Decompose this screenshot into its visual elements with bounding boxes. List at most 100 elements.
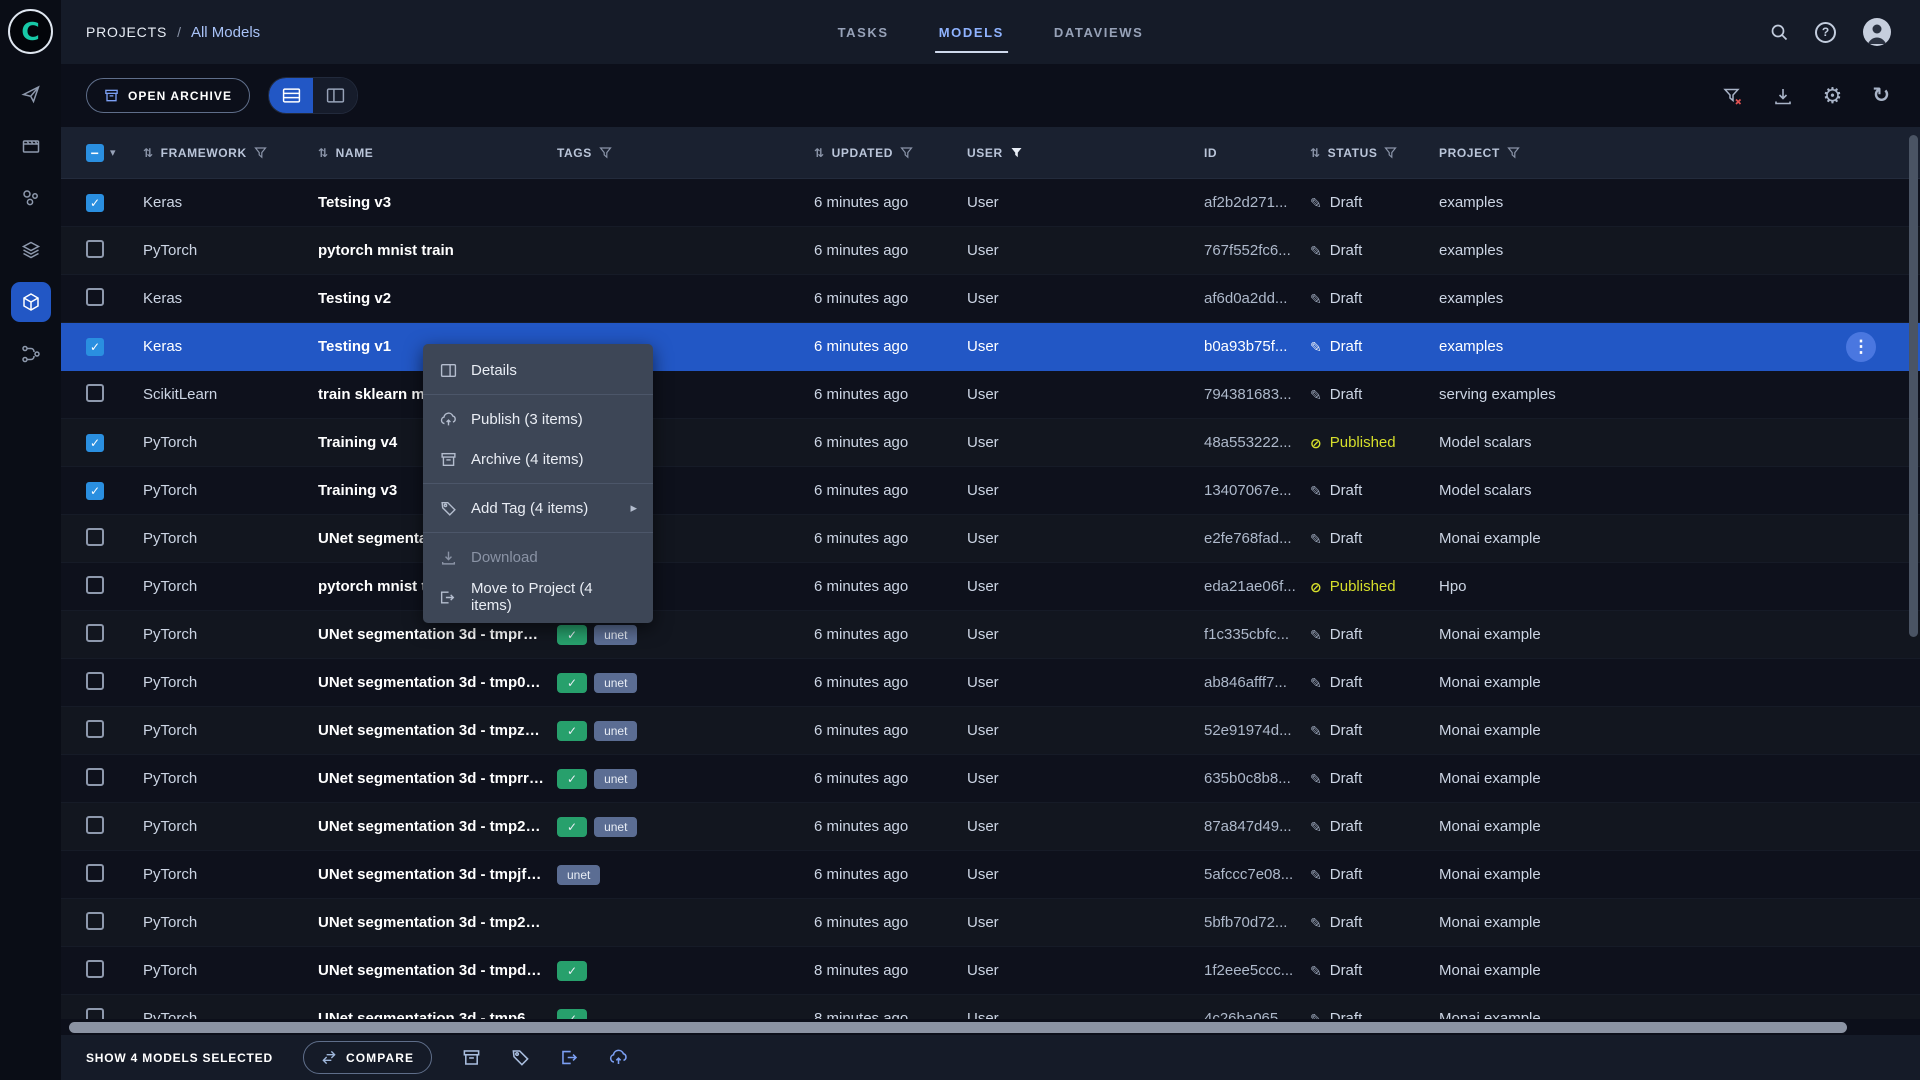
tag-badge[interactable]: unet: [594, 816, 638, 837]
row-checkbox[interactable]: [86, 239, 104, 258]
tag-check-badge[interactable]: [557, 960, 588, 981]
compare-button[interactable]: COMPARE: [302, 1041, 433, 1074]
row-checkbox[interactable]: [86, 383, 104, 402]
table-row[interactable]: PyTorch UNet segmentation 3d - tmpzh0... u…: [61, 707, 1920, 755]
row-checkbox[interactable]: [86, 481, 104, 500]
row-checkbox[interactable]: [86, 527, 104, 546]
row-checkbox[interactable]: [86, 767, 104, 786]
column-header-id[interactable]: ID: [1204, 146, 1310, 160]
table-row[interactable]: Keras Tetsing v3 6 minutes ago User af2b2d27…: [61, 179, 1920, 227]
tag-check-badge[interactable]: [557, 1008, 588, 1019]
table-row[interactable]: PyTorch pytorch mnist train 6 minutes ago U…: [61, 563, 1920, 611]
model-name[interactable]: UNet segmentation 3d - tmp0tu...: [318, 674, 557, 691]
horizontal-scrollbar-thumb[interactable]: [69, 1021, 1848, 1033]
footer-publish-icon[interactable]: [609, 1048, 628, 1067]
menu-item-move[interactable]: Move to Project (4 items): [423, 577, 653, 617]
model-name[interactable]: UNet segmentation 3d - tmprrae...: [318, 770, 557, 787]
row-checkbox[interactable]: [86, 287, 104, 306]
row-checkbox[interactable]: [86, 863, 104, 882]
row-checkbox[interactable]: [86, 337, 104, 356]
card-view-button[interactable]: [313, 78, 358, 113]
table-row[interactable]: PyTorch UNet segmentation 3d - tmp29rf...…: [61, 803, 1920, 851]
menu-item-tag[interactable]: Add Tag (4 items): [423, 488, 653, 528]
filter-icon[interactable]: [1507, 146, 1520, 159]
model-name[interactable]: pytorch mnist train: [318, 242, 557, 259]
horizontal-scrollbar[interactable]: [61, 1019, 1920, 1035]
menu-item-publish[interactable]: Publish (3 items): [423, 399, 653, 439]
table-row[interactable]: PyTorch UNet segmentation 3d - tmpjfjpv..…: [61, 851, 1920, 899]
tag-check-badge[interactable]: [557, 624, 588, 645]
row-actions-button[interactable]: [1846, 332, 1876, 362]
table-row[interactable]: PyTorch UNet segmentation 3d 6 minutes ago…: [61, 515, 1920, 563]
clear-filters-icon[interactable]: [1722, 86, 1743, 106]
menu-item-details[interactable]: Details: [423, 350, 653, 390]
tag-badge[interactable]: unet: [594, 768, 638, 789]
table-row[interactable]: PyTorchTraining v36 minutes agoUser13407…: [61, 467, 1920, 515]
column-header-project[interactable]: PROJECT: [1439, 146, 1920, 160]
tab-models[interactable]: MODELS: [934, 17, 1009, 53]
help-icon[interactable]: [1815, 21, 1836, 43]
sidebar-item-reports[interactable]: [11, 230, 51, 270]
row-checkbox[interactable]: [86, 719, 104, 738]
select-all-caret-icon[interactable]: [110, 146, 116, 159]
column-header-tags[interactable]: TAGS: [557, 146, 814, 160]
model-name[interactable]: UNet segmentation 3d - tmprb9d...: [318, 626, 557, 643]
column-header-updated[interactable]: UPDATED: [814, 146, 967, 160]
model-name[interactable]: Testing v2: [318, 290, 557, 307]
tag-badge[interactable]: unet: [594, 720, 638, 741]
model-name[interactable]: UNet segmentation 3d - tmp6fa0...: [318, 1010, 557, 1019]
sort-icon[interactable]: [1310, 146, 1321, 160]
open-archive-button[interactable]: OPEN ARCHIVE: [86, 78, 251, 113]
model-name[interactable]: Tetsing v3: [318, 194, 557, 211]
sort-icon[interactable]: [143, 146, 154, 160]
table-row[interactable]: PyTorchTraining v46 minutes agoUser48a55…: [61, 419, 1920, 467]
tag-badge[interactable]: unet: [594, 624, 638, 645]
sidebar-item-dashboard[interactable]: [11, 74, 51, 114]
sidebar-item-models[interactable]: [10, 282, 51, 322]
breadcrumb-current[interactable]: All Models: [191, 24, 260, 41]
footer-tag-icon[interactable]: [511, 1048, 530, 1067]
model-name[interactable]: UNet segmentation 3d - tmpjfjpv...: [318, 866, 557, 883]
row-checkbox[interactable]: [86, 575, 104, 594]
filter-icon[interactable]: [253, 146, 267, 159]
sidebar-item-pipelines[interactable]: [11, 334, 51, 374]
selection-count-label[interactable]: SHOW 4 MODELS SELECTED: [86, 1051, 273, 1065]
refresh-icon[interactable]: [1872, 85, 1890, 106]
table-row[interactable]: Keras Testing v2 6 minutes ago User af6d0a2d…: [61, 275, 1920, 323]
clearml-logo[interactable]: [8, 9, 53, 54]
row-checkbox[interactable]: [86, 193, 104, 212]
tab-dataviews[interactable]: DATAVIEWS: [1052, 17, 1146, 48]
breadcrumb-projects[interactable]: PROJECTS: [86, 24, 167, 40]
column-header-name[interactable]: NAME: [318, 146, 557, 160]
column-header-status[interactable]: STATUS: [1310, 146, 1439, 160]
filter-icon[interactable]: [900, 146, 913, 159]
table-row[interactable]: PyTorch UNet segmentation 3d - tmprrae...…: [61, 755, 1920, 803]
model-name[interactable]: UNet segmentation 3d - tmp29rf...: [318, 818, 557, 835]
tab-tasks[interactable]: TASKS: [836, 17, 891, 48]
model-name[interactable]: UNet segmentation 3d - tmp2kr0...: [318, 914, 557, 931]
sort-icon[interactable]: [318, 146, 329, 160]
filter-icon[interactable]: [1384, 146, 1398, 159]
search-icon[interactable]: [1769, 22, 1789, 42]
table-row[interactable]: PyTorch UNet segmentation 3d - tmprb9d...…: [61, 611, 1920, 659]
sidebar-item-experiments[interactable]: [11, 178, 51, 218]
table-row[interactable]: PyTorch UNet segmentation 3d - tmp6fa0...…: [61, 995, 1920, 1019]
footer-move-to-project-icon[interactable]: [560, 1048, 579, 1067]
vertical-scrollbar[interactable]: [1909, 135, 1918, 637]
row-checkbox[interactable]: [86, 959, 104, 978]
row-checkbox[interactable]: [86, 671, 104, 690]
row-checkbox[interactable]: [86, 815, 104, 834]
model-name[interactable]: UNet segmentation 3d - tmpzh0...: [318, 722, 557, 739]
settings-gear-icon[interactable]: [1823, 85, 1843, 107]
model-name[interactable]: UNet segmentation 3d - tmpdm4...: [318, 962, 557, 979]
filter-icon[interactable]: [1010, 146, 1023, 159]
table-view-button[interactable]: [269, 78, 314, 113]
table-row[interactable]: PyTorch UNet segmentation 3d - tmp2kr0...…: [61, 899, 1920, 947]
row-checkbox[interactable]: [86, 1007, 104, 1019]
row-checkbox[interactable]: [86, 433, 104, 452]
tag-badge[interactable]: unet: [594, 672, 638, 693]
tag-check-badge[interactable]: [557, 816, 588, 837]
tag-check-badge[interactable]: [557, 672, 588, 693]
tag-check-badge[interactable]: [557, 720, 588, 741]
table-row[interactable]: KerasTesting v16 minutes agoUserb0a93b75…: [61, 323, 1920, 371]
